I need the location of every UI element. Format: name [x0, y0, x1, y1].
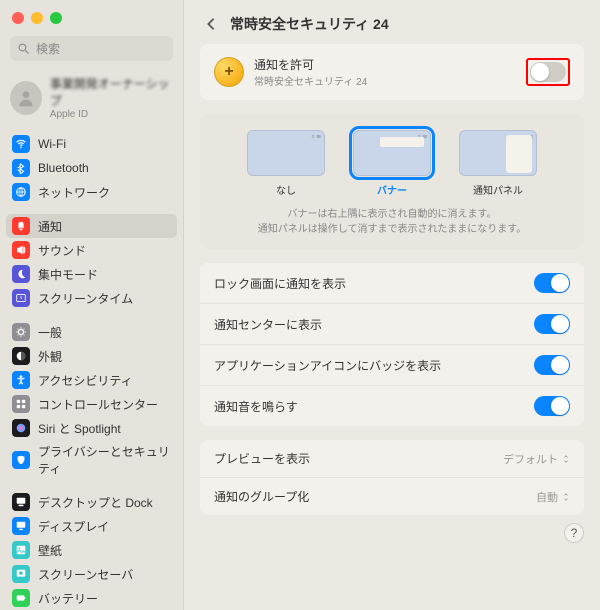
nav-icon [12, 159, 30, 177]
sidebar-item[interactable]: スクリーンタイム [6, 286, 177, 310]
search-placeholder: 検索 [36, 40, 60, 57]
allow-sub: 常時安全セキュリティ 24 [254, 73, 516, 88]
group-row[interactable]: 通知のグループ化自動 [200, 478, 584, 515]
sidebar-item[interactable]: ネットワーク [6, 180, 177, 204]
nav-icon [12, 323, 30, 341]
nav-icon [12, 517, 30, 535]
sidebar-nav: Wi-FiBluetoothネットワーク 通知サウンド集中モードスクリーンタイム… [0, 132, 183, 610]
sidebar-item[interactable]: コントロールセンター [6, 392, 177, 416]
app-icon: + [214, 57, 244, 87]
nav-icon [12, 451, 30, 469]
sidebar-item[interactable]: スクリーンセーバ [6, 562, 177, 586]
sidebar-item[interactable]: プライバシーとセキュリティ [6, 440, 177, 480]
sidebar-item[interactable]: デスクトップと Dock [6, 490, 177, 514]
style-banner[interactable]: ⌕ ☰ バナー [353, 130, 431, 197]
sidebar-item[interactable]: 集中モード [6, 262, 177, 286]
sidebar-item[interactable]: 通知 [6, 214, 177, 238]
chevron-updown-icon [562, 455, 570, 463]
sidebar-item[interactable]: 外観 [6, 344, 177, 368]
nav-icon [12, 589, 30, 607]
toggle-lock[interactable] [534, 273, 570, 293]
sidebar-item[interactable]: Wi-Fi [6, 132, 177, 156]
nav-icon [12, 183, 30, 201]
sidebar-item[interactable]: 壁紙 [6, 538, 177, 562]
toggle-sound[interactable] [534, 396, 570, 416]
avatar [10, 81, 42, 115]
toggle-badge[interactable] [534, 355, 570, 375]
nav-icon [12, 541, 30, 559]
nav-icon [12, 265, 30, 283]
style-panel[interactable]: ⌕ ☰ 通知パネル [459, 130, 537, 197]
nav-icon [12, 217, 30, 235]
nav-icon [12, 289, 30, 307]
setting-lock: ロック画面に通知を表示 [214, 275, 346, 292]
allow-title: 通知を許可 [254, 56, 516, 73]
nav-icon [12, 419, 30, 437]
sidebar-item[interactable]: Siri と Spotlight [6, 416, 177, 440]
nav-icon [12, 395, 30, 413]
chevron-updown-icon [562, 493, 570, 501]
sidebar-item[interactable]: 一般 [6, 320, 177, 344]
nav-icon [12, 371, 30, 389]
nav-icon [12, 565, 30, 583]
setting-badge: アプリケーションアイコンにバッジを表示 [214, 357, 441, 374]
setting-center: 通知センターに表示 [214, 316, 322, 333]
nav-icon [12, 347, 30, 365]
window-controls[interactable] [0, 0, 183, 32]
account-name: 事業開発オーナーシップ [50, 75, 173, 109]
maximize-icon[interactable] [50, 12, 62, 24]
toggle-center[interactable] [534, 314, 570, 334]
close-icon[interactable] [12, 12, 24, 24]
sidebar-item[interactable]: サウンド [6, 238, 177, 262]
back-button[interactable] [202, 15, 220, 33]
account-sub: Apple ID [50, 109, 173, 120]
nav-icon [12, 241, 30, 259]
sidebar-item[interactable]: ディスプレイ [6, 514, 177, 538]
sidebar-item[interactable]: Bluetooth [6, 156, 177, 180]
style-desc-2: 通知パネルは操作して消すまで表示されたままになります。 [240, 222, 544, 237]
nav-icon [12, 135, 30, 153]
preview-row[interactable]: プレビューを表示デフォルト [200, 440, 584, 478]
help-button[interactable]: ? [564, 523, 584, 543]
account-row[interactable]: 事業開発オーナーシップ Apple ID [0, 71, 183, 132]
allow-toggle[interactable] [530, 62, 566, 82]
sidebar-item[interactable]: アクセシビリティ [6, 368, 177, 392]
setting-sound: 通知音を鳴らす [214, 398, 298, 415]
minimize-icon[interactable] [31, 12, 43, 24]
nav-icon [12, 493, 30, 511]
search-input[interactable]: 検索 [10, 36, 173, 61]
style-desc-1: バナーは右上隅に表示され自動的に消えます。 [240, 207, 544, 222]
search-icon [18, 43, 30, 55]
sidebar-item[interactable]: バッテリー [6, 586, 177, 610]
style-none[interactable]: ⌕ ☰ なし [247, 130, 325, 197]
page-title: 常時安全セキュリティ 24 [230, 14, 389, 34]
